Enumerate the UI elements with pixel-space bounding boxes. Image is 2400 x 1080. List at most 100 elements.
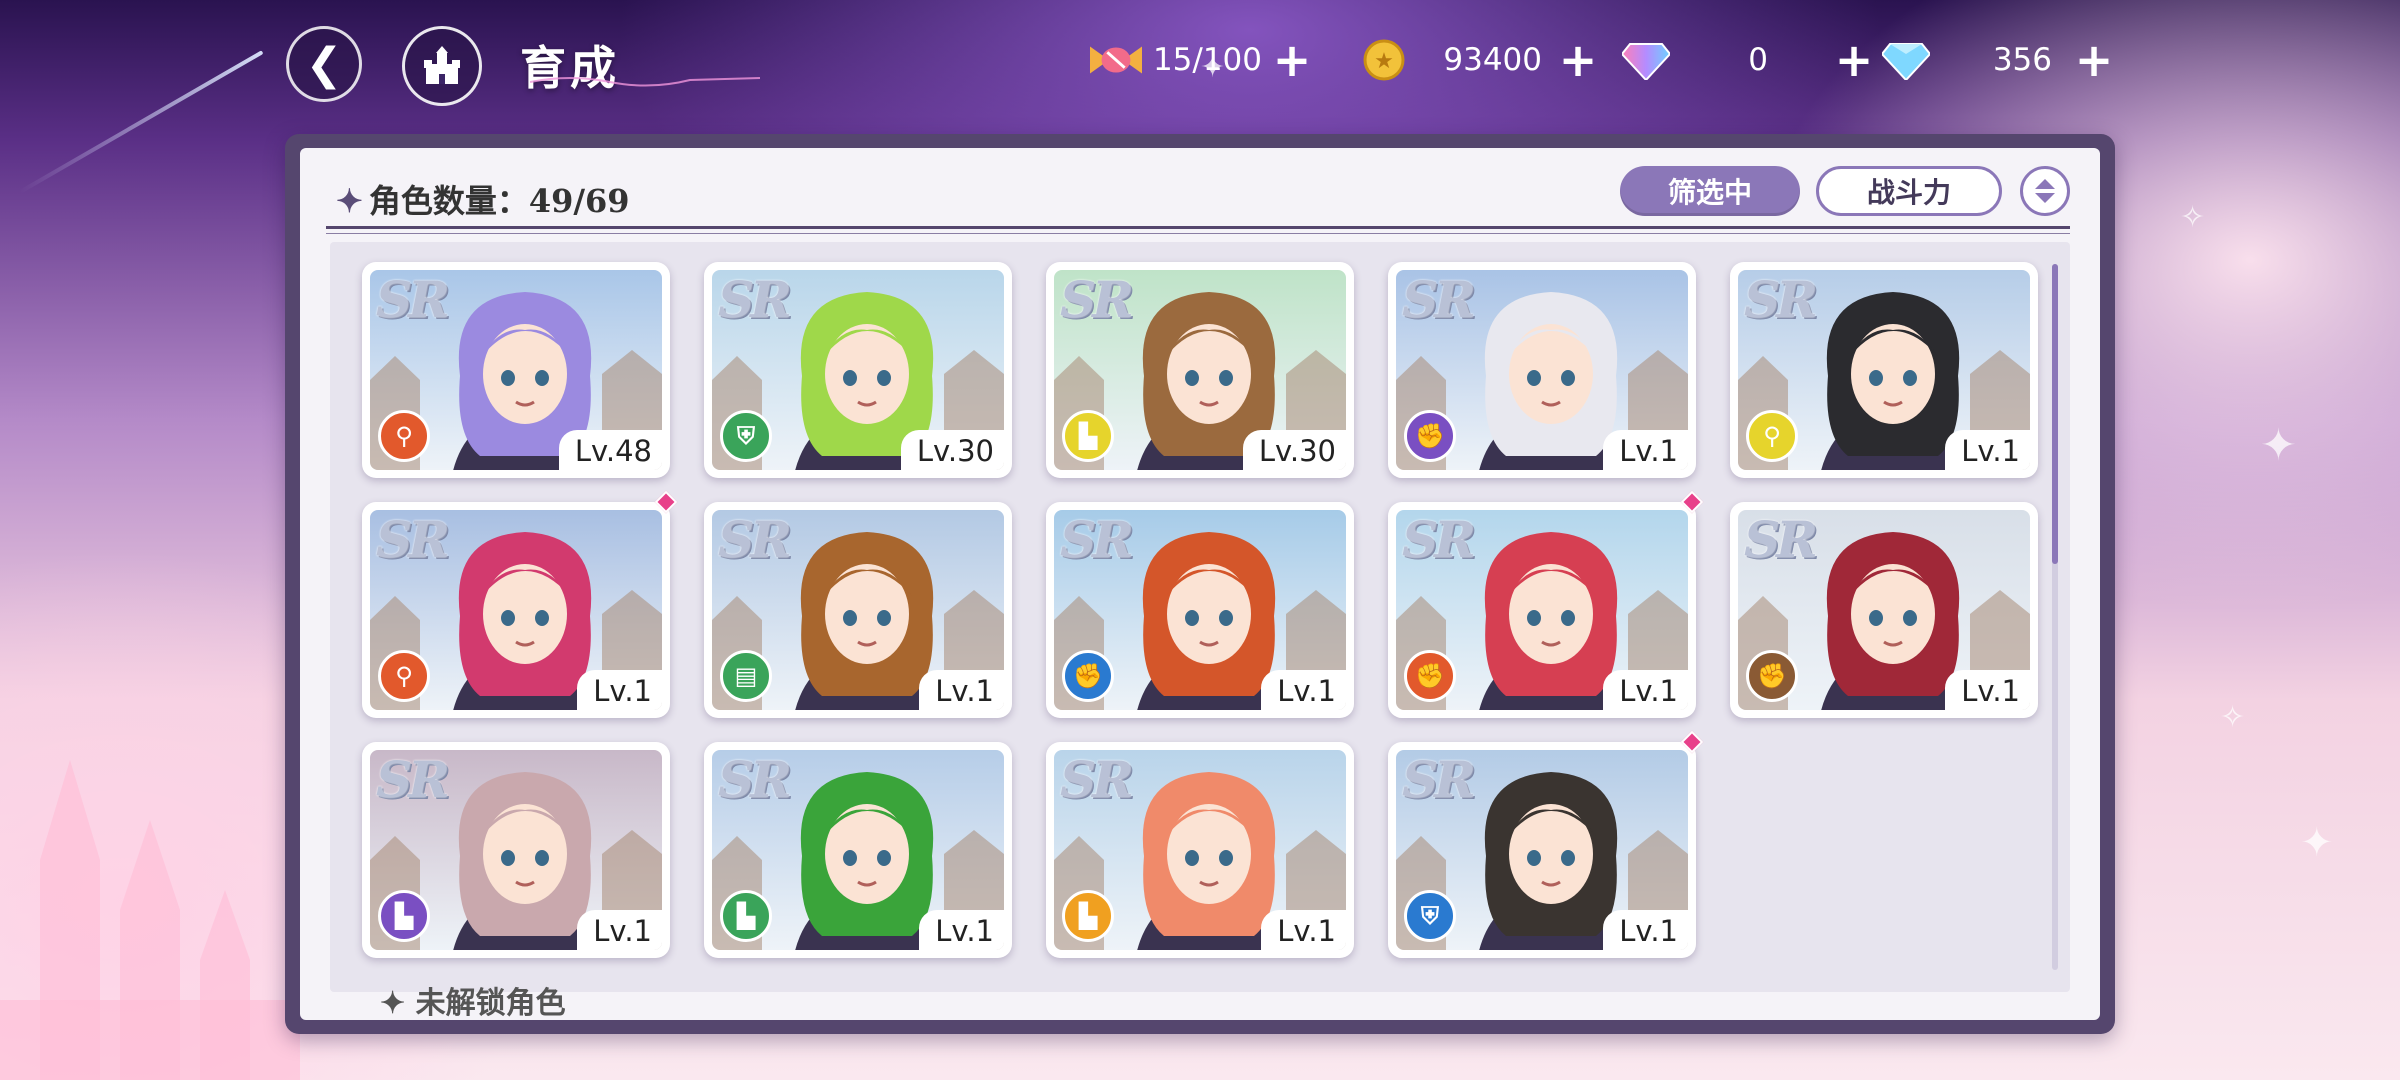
character-card[interactable]: SR ▙ Lv.1 [1046, 742, 1354, 958]
character-card[interactable]: SR ▙ Lv.1 [362, 742, 670, 958]
character-portrait: SR ▙ Lv.1 [712, 750, 1004, 950]
svg-text:★: ★ [1374, 49, 1394, 74]
character-card[interactable]: SR ▙ Lv.1 [704, 742, 1012, 958]
character-portrait: SR ⚲ Lv.1 [1738, 270, 2030, 470]
staff-icon: ⚲ [1746, 410, 1798, 462]
character-portrait: SR ⛨ Lv.1 [1396, 750, 1688, 950]
character-card[interactable]: SR ⛨ Lv.30 [704, 262, 1012, 478]
character-portrait: SR ⚲ Lv.1 [370, 510, 662, 710]
book-icon: ▤ [720, 650, 772, 702]
sparkle-icon: ✧ [2220, 700, 2246, 735]
character-count-text: 角色数量：49/69 [368, 182, 630, 220]
character-portrait: SR ▙ Lv.1 [1054, 750, 1346, 950]
shooting-star-streak [19, 50, 264, 194]
rainbow-gem-resource: 0 + [1620, 30, 1876, 90]
character-card[interactable]: SR ⚲ Lv.1 [1730, 262, 2038, 478]
locked-characters-label: ✦ 未解锁角色 [380, 978, 566, 1022]
rarity-badge: SR [718, 750, 792, 809]
shield-icon: ⛨ [1404, 890, 1456, 942]
rarity-badge: SR [1744, 510, 1818, 569]
grid-scrollbar-thumb[interactable] [2052, 264, 2058, 564]
back-arrow-icon: ❮ [305, 38, 343, 90]
rarity-badge: SR [1060, 750, 1134, 809]
character-level: Lv.1 [1603, 910, 1688, 950]
sparkle-icon: ✦ [2300, 820, 2334, 866]
diamond-icon [1880, 34, 1932, 86]
character-count-label: ✦ 角色数量：49/69 [336, 176, 630, 222]
rarity-badge: SR [718, 510, 792, 569]
castle-home-icon [424, 46, 460, 84]
rarity-badge: SR [1402, 270, 1476, 329]
character-level: Lv.30 [900, 430, 1004, 470]
character-level: Lv.30 [1242, 430, 1346, 470]
header-divider-thin [326, 233, 2070, 234]
rarity-badge: SR [376, 270, 450, 329]
character-level: Lv.1 [1603, 430, 1688, 470]
rarity-badge: SR [1060, 270, 1134, 329]
sort-order-button[interactable] [2020, 166, 2070, 216]
character-card[interactable]: SR ✊ Lv.1 [1730, 502, 2038, 718]
sparkle-icon: ✦ [2260, 420, 2297, 471]
gold-coin-icon: ★ [1358, 34, 1410, 86]
boot-icon: ▙ [378, 890, 430, 942]
character-level: Lv.1 [1945, 430, 2030, 470]
sort-arrows-icon [2035, 179, 2055, 203]
character-portrait: SR ▙ Lv.1 [370, 750, 662, 950]
sort-power-button[interactable]: 战斗力 [1816, 166, 2002, 216]
character-card[interactable]: SR ⚲ Lv.48 [362, 262, 670, 478]
character-portrait: SR ✊ Lv.1 [1738, 510, 2030, 710]
character-level: Lv.1 [577, 910, 662, 950]
rarity-badge: SR [1402, 750, 1476, 809]
candy-icon [1090, 34, 1142, 86]
add-diamond-button[interactable]: + [2072, 37, 2116, 83]
add-gold-button[interactable]: + [1556, 37, 1600, 83]
rarity-badge: SR [1744, 270, 1818, 329]
add-candy-button[interactable]: + [1270, 37, 1314, 83]
character-card[interactable]: SR ⛨ Lv.1 [1388, 742, 1696, 958]
four-point-star-icon: ✦ [380, 986, 416, 1021]
home-button[interactable] [402, 26, 482, 106]
character-card[interactable]: SR ✊ Lv.1 [1388, 262, 1696, 478]
rarity-badge: SR [1402, 510, 1476, 569]
character-card[interactable]: SR ✊ Lv.1 [1388, 502, 1696, 718]
character-portrait: SR ⛨ Lv.30 [712, 270, 1004, 470]
locked-characters-text: 未解锁角色 [415, 986, 566, 1021]
character-card[interactable]: SR ▤ Lv.1 [704, 502, 1012, 718]
character-portrait: SR ⚲ Lv.48 [370, 270, 662, 470]
character-portrait: SR ▙ Lv.30 [1054, 270, 1346, 470]
character-level: Lv.1 [577, 670, 662, 710]
fist-icon: ✊ [1404, 650, 1456, 702]
rarity-badge: SR [376, 750, 450, 809]
character-level: Lv.48 [558, 430, 662, 470]
fist-icon: ✊ [1746, 650, 1798, 702]
diamond-resource: 356 + [1880, 30, 2116, 90]
header-divider [326, 226, 2070, 229]
rarity-badge: SR [718, 270, 792, 329]
character-card[interactable]: SR ✊ Lv.1 [1046, 502, 1354, 718]
rainbow-gem-icon [1620, 34, 1672, 86]
character-card[interactable]: SR ⚲ Lv.1 [362, 502, 670, 718]
character-level: Lv.1 [1603, 670, 1688, 710]
character-card[interactable]: SR ▙ Lv.30 [1046, 262, 1354, 478]
back-button[interactable]: ❮ [286, 26, 362, 102]
fist-icon: ✊ [1062, 650, 1114, 702]
staff-icon: ⚲ [378, 650, 430, 702]
character-level: Lv.1 [919, 910, 1004, 950]
boot-icon: ▙ [1062, 890, 1114, 942]
candy-count: 15/100 [1152, 42, 1262, 78]
add-rainbow-gem-button[interactable]: + [1832, 37, 1876, 83]
character-level: Lv.1 [1261, 910, 1346, 950]
shield-icon: ⛨ [720, 410, 772, 462]
character-portrait: SR ✊ Lv.1 [1396, 510, 1688, 710]
character-level: Lv.1 [1945, 670, 2030, 710]
boot-icon: ▙ [720, 890, 772, 942]
four-point-star-icon: ✦ [336, 182, 363, 220]
rarity-badge: SR [1060, 510, 1134, 569]
title-underline-decoration [530, 77, 760, 87]
candy-resource: 15/100 + [1090, 30, 1314, 90]
gold-resource: ★ 93400 + [1358, 30, 1600, 90]
filter-button[interactable]: 筛选中 [1620, 166, 1800, 216]
boot-icon: ▙ [1062, 410, 1114, 462]
character-level: Lv.1 [1261, 670, 1346, 710]
diamond-count: 356 [1992, 42, 2052, 78]
